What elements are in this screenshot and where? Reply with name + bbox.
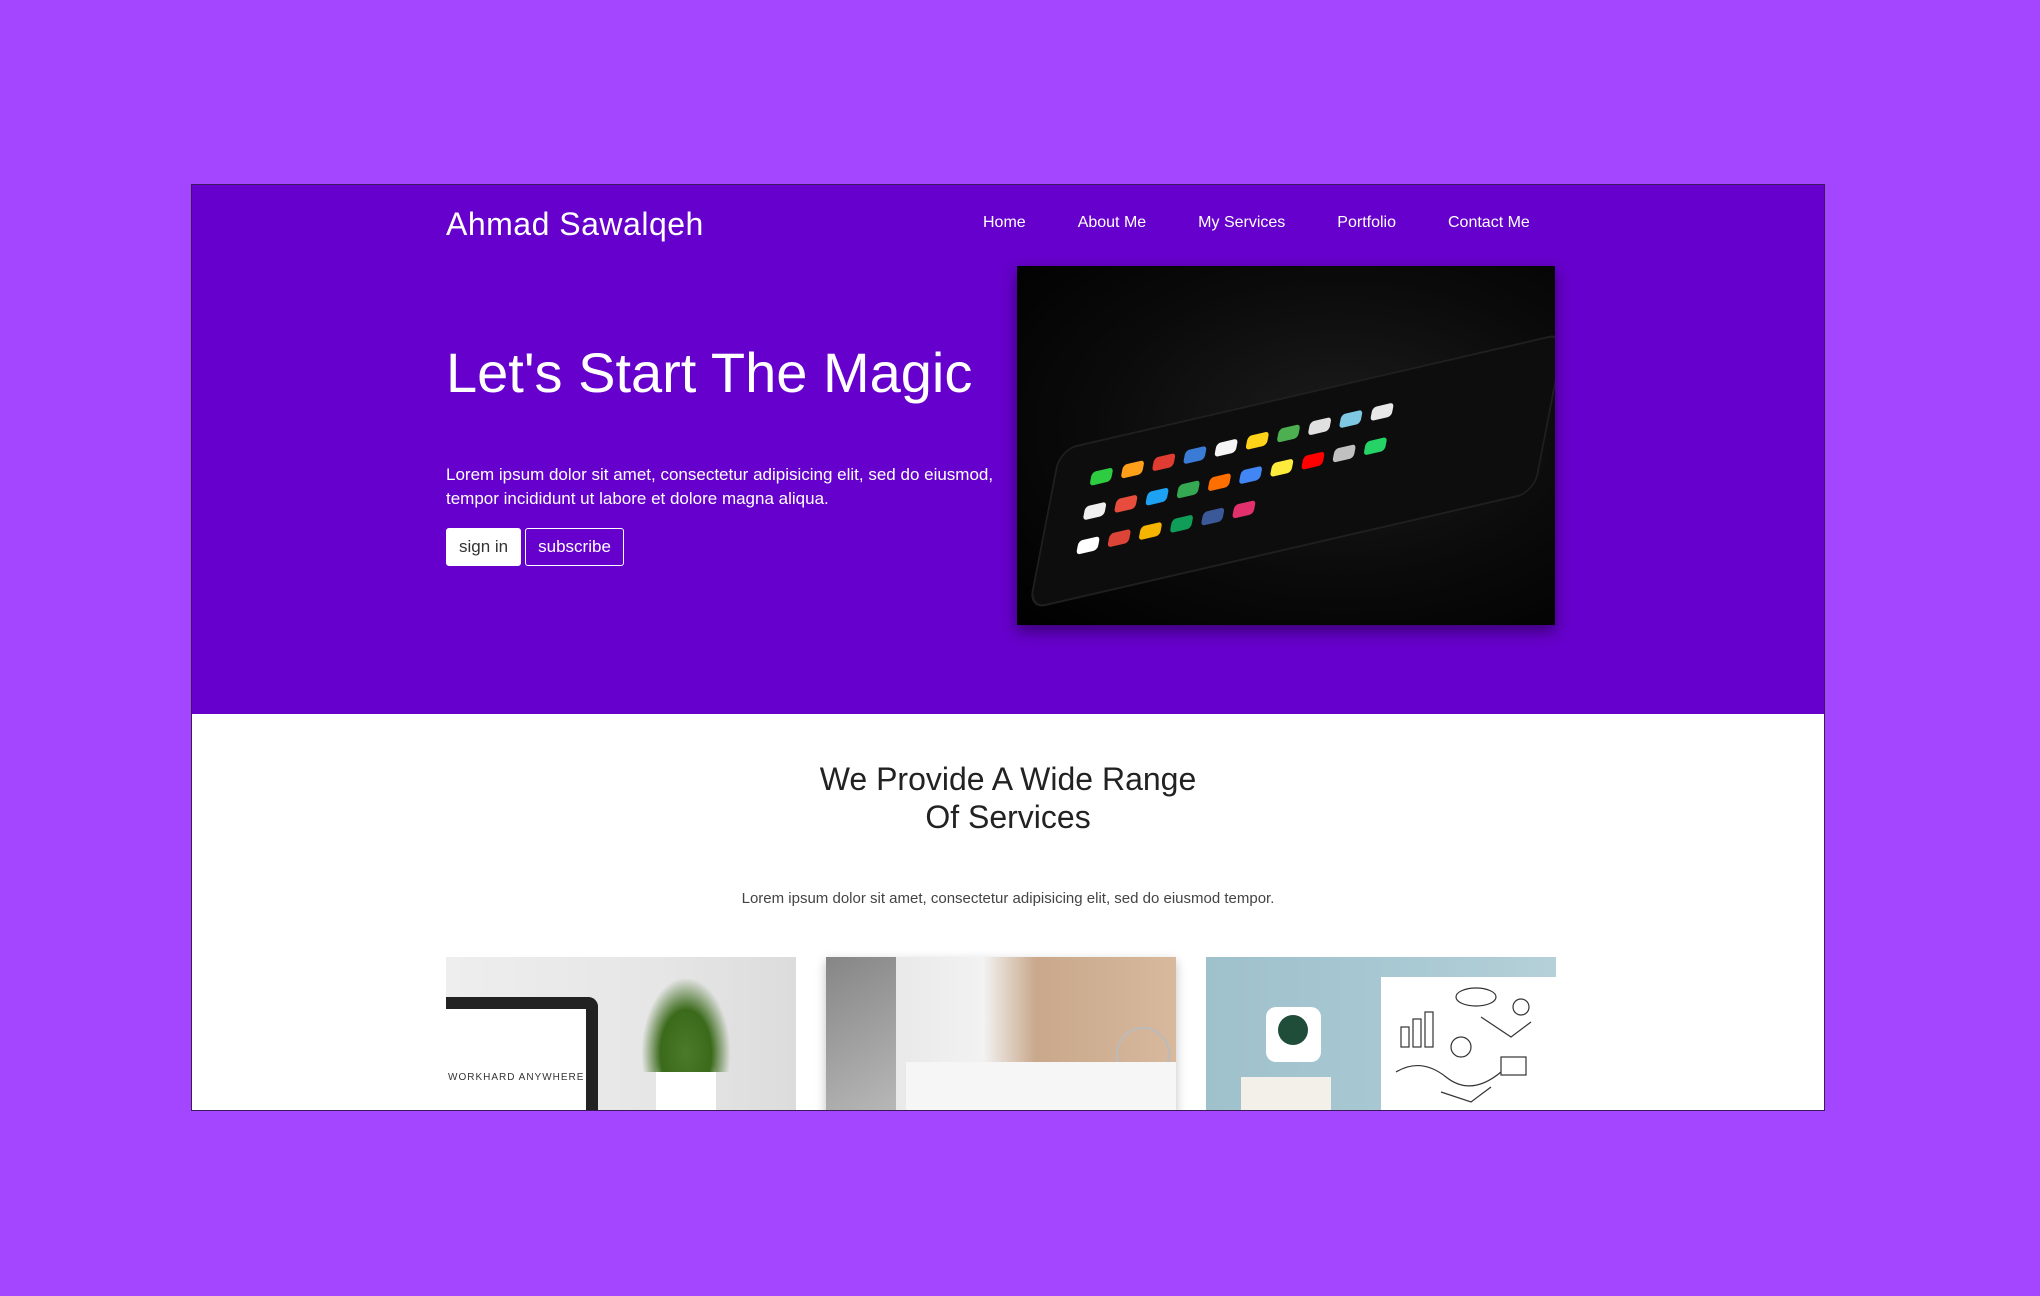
services-section: We Provide A Wide Range Of Services Lore… xyxy=(192,714,1824,1110)
notebook-image xyxy=(1241,1077,1331,1110)
service-card-office[interactable] xyxy=(826,957,1176,1110)
browser-viewport: Ahmad Sawalqeh Home About Me My Services… xyxy=(191,184,1825,1111)
laptop-caption: WORKHARD ANYWHERE xyxy=(448,1072,585,1083)
hero-section: Ahmad Sawalqeh Home About Me My Services… xyxy=(192,185,1824,714)
nav-portfolio[interactable]: Portfolio xyxy=(1311,203,1422,243)
services-description: Lorem ipsum dolor sit amet, consectetur … xyxy=(741,890,1275,907)
hero-phone-image xyxy=(1017,266,1555,625)
plant-image xyxy=(641,977,731,1072)
sketch-paper-image xyxy=(1381,977,1556,1110)
service-card-sketch[interactable] xyxy=(1206,957,1556,1110)
services-title-line2: Of Services xyxy=(925,799,1091,835)
desk-image xyxy=(906,1062,1176,1110)
hero-title: Let's Start The Magic xyxy=(446,341,973,404)
nav-my-services[interactable]: My Services xyxy=(1172,203,1311,243)
sign-in-button[interactable]: sign in xyxy=(446,528,522,566)
succulent-image xyxy=(1278,1015,1308,1045)
services-title: We Provide A Wide Range Of Services xyxy=(192,760,1824,836)
main-nav: Home About Me My Services Portfolio Cont… xyxy=(957,203,1556,243)
hero-description: Lorem ipsum dolor sit amet, consectetur … xyxy=(446,465,994,508)
phone-illustration xyxy=(1027,331,1555,611)
services-title-line1: We Provide A Wide Range xyxy=(819,761,1197,797)
plant-pot-image xyxy=(656,1067,716,1110)
nav-contact-me[interactable]: Contact Me xyxy=(1422,203,1556,243)
office-window-image xyxy=(826,957,896,1110)
subscribe-button[interactable]: subscribe xyxy=(525,528,624,566)
laptop-image xyxy=(446,997,598,1110)
nav-about-me[interactable]: About Me xyxy=(1052,203,1172,243)
sketch-doodles-icon xyxy=(1395,987,1532,1103)
service-card-laptop[interactable]: WORKHARD ANYWHERE xyxy=(446,957,796,1110)
nav-home[interactable]: Home xyxy=(957,203,1052,243)
brand-logo[interactable]: Ahmad Sawalqeh xyxy=(446,199,704,249)
hero-buttons: sign in subscribe xyxy=(446,528,624,566)
